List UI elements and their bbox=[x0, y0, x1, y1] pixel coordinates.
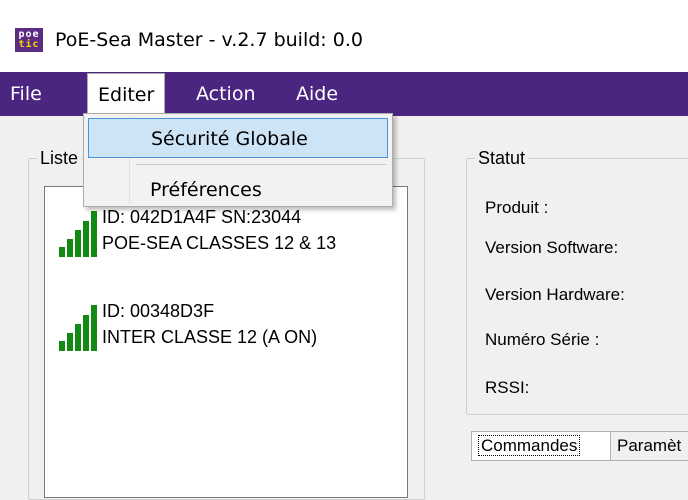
status-produit-label: Produit : bbox=[485, 198, 549, 217]
app-logo-icon: poe tic bbox=[15, 28, 43, 52]
menu-action[interactable]: Action bbox=[186, 72, 266, 116]
menu-aide[interactable]: Aide bbox=[286, 72, 348, 116]
status-rssi-label: RSSI: bbox=[485, 378, 530, 397]
title-bar: poe tic PoE-Sea Master - v.2.7 build: 0.… bbox=[0, 0, 688, 72]
device-id: ID: 00348D3F bbox=[102, 301, 215, 321]
status-version-hardware-label: Version Hardware: bbox=[485, 285, 625, 304]
status-legend: Statut bbox=[475, 147, 529, 169]
tab-parametres-label: Paramèt bbox=[617, 436, 682, 455]
menu-editer[interactable]: Editer bbox=[87, 73, 166, 117]
device-name: INTER CLASSE 12 (A ON) bbox=[102, 327, 318, 347]
menu-bar: File Editer Action Aide bbox=[0, 72, 688, 117]
signal-strength-icon bbox=[55, 205, 101, 257]
tab-parametres[interactable]: Paramèt bbox=[610, 431, 688, 461]
tab-strip: Commandes Paramèt bbox=[471, 431, 688, 461]
tab-commandes[interactable]: Commandes bbox=[471, 431, 611, 461]
device-list-legend: Liste bbox=[37, 147, 82, 169]
status-version-software-label: Version Software: bbox=[485, 238, 619, 257]
menu-separator bbox=[136, 164, 386, 165]
menu-item-securite-globale[interactable]: Sécurité Globale bbox=[88, 118, 388, 158]
window-title: PoE-Sea Master - v.2.7 build: 0.0 bbox=[55, 29, 363, 51]
menu-file[interactable]: File bbox=[0, 72, 52, 116]
status-numero-serie-label: Numéro Série : bbox=[485, 330, 600, 349]
signal-strength-icon bbox=[55, 299, 101, 351]
device-name: POE-SEA CLASSES 12 & 13 bbox=[102, 233, 337, 253]
tab-commandes-label: Commandes bbox=[478, 435, 581, 456]
device-item[interactable]: ID: 042D1A4F SN:23044 POE-SEA CLASSES 12… bbox=[55, 205, 395, 265]
device-list[interactable]: ID: 042D1A4F SN:23044 POE-SEA CLASSES 12… bbox=[44, 186, 408, 498]
menu-item-preferences[interactable]: Préférences bbox=[88, 170, 388, 210]
app-logo-line-2: tic bbox=[18, 39, 40, 50]
device-item[interactable]: ID: 00348D3F INTER CLASSE 12 (A ON) bbox=[55, 299, 395, 359]
editer-dropdown-menu: Sécurité Globale Préférences bbox=[83, 113, 393, 207]
